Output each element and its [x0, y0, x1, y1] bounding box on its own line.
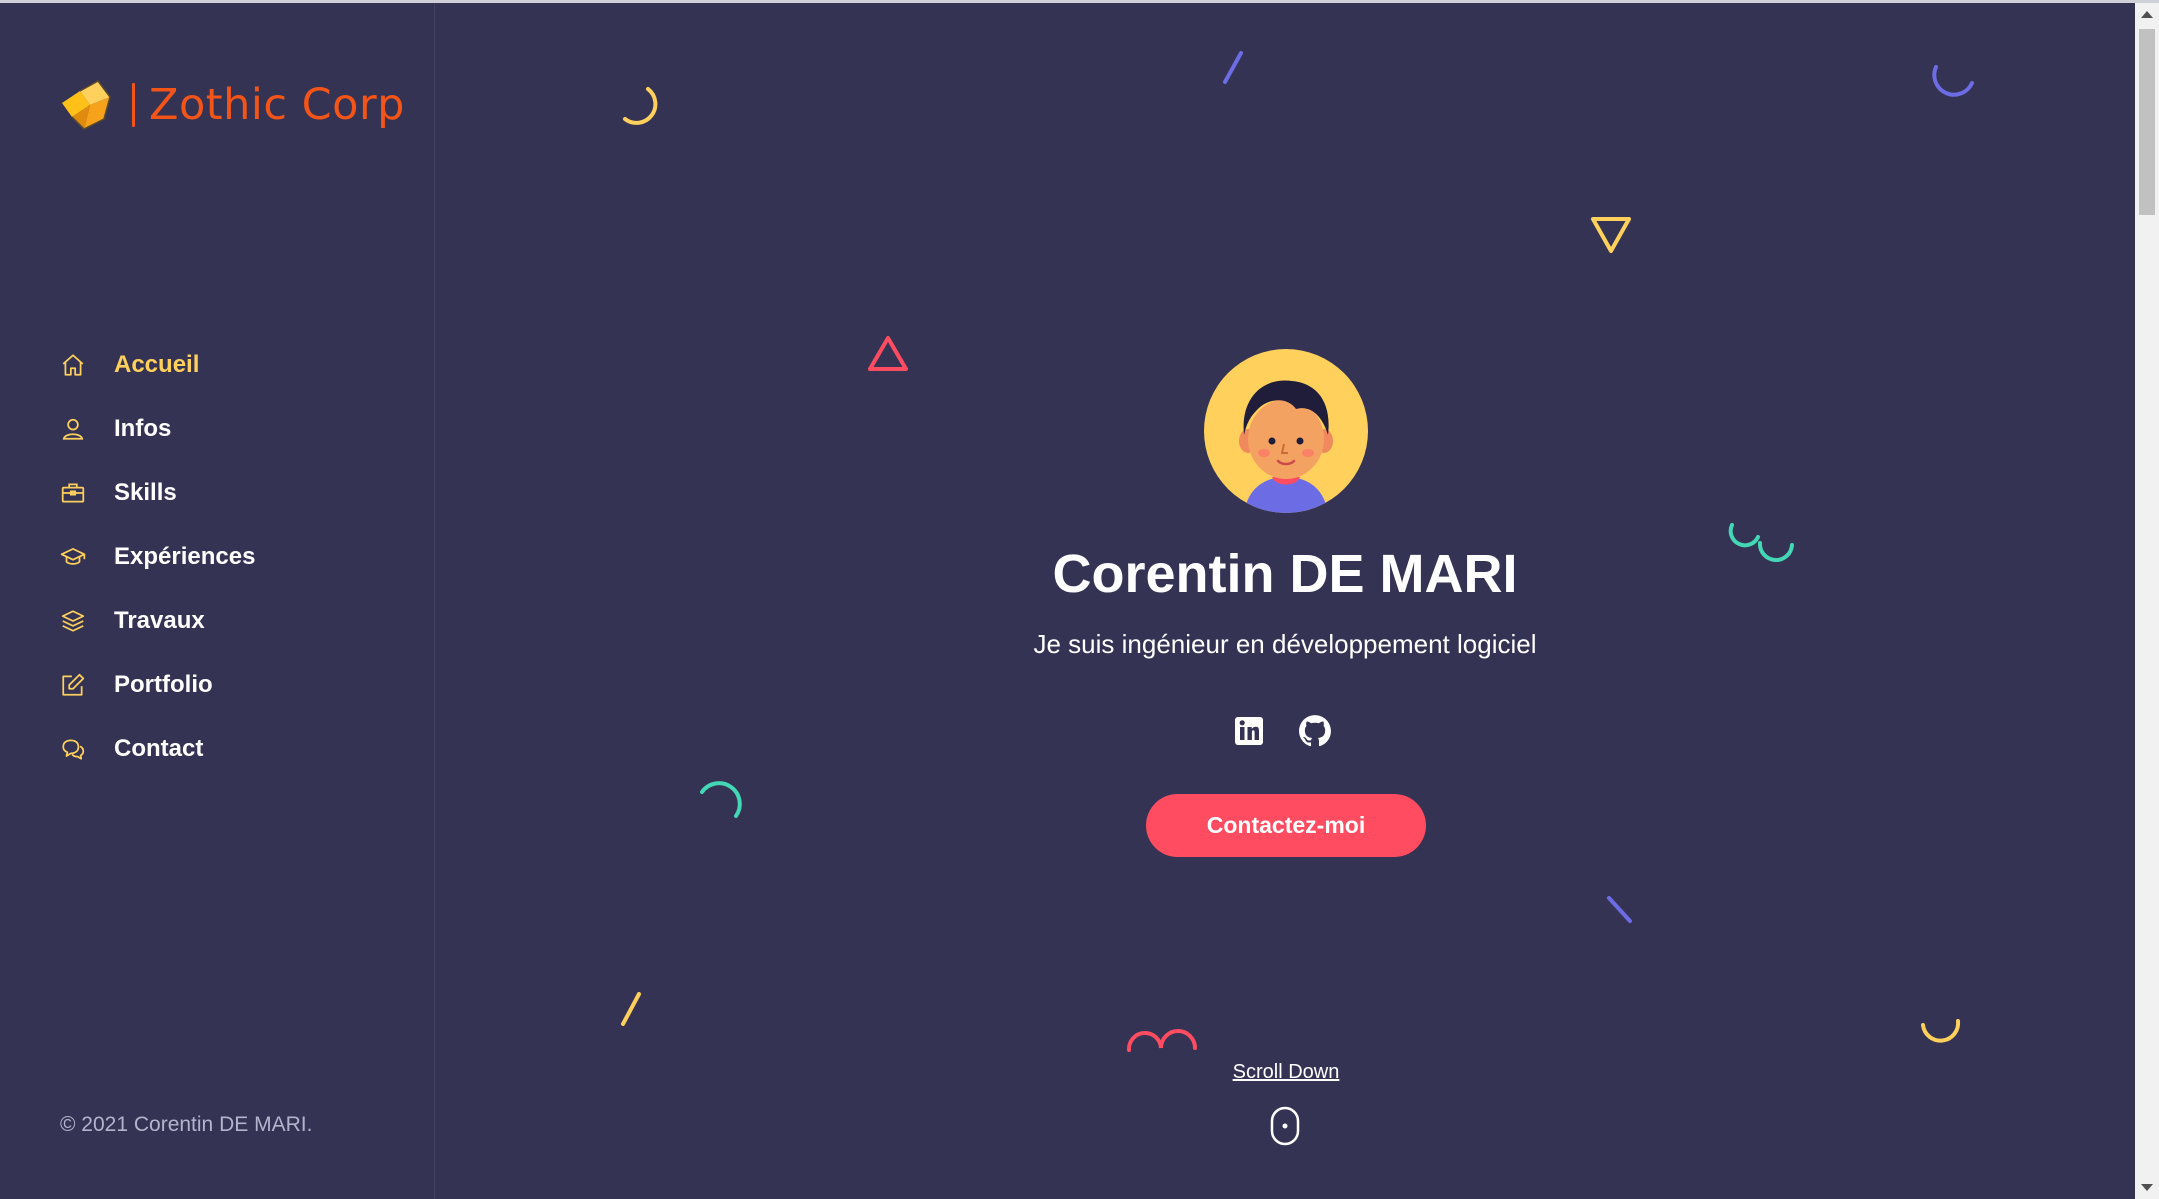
mouse-scroll-icon[interactable]: [1270, 1106, 1300, 1146]
logo-separator: [132, 83, 135, 127]
nav-item-experiences[interactable]: Expériences: [58, 525, 255, 589]
decor-line-yellow: [621, 992, 641, 1026]
decor-triangle-red: [868, 336, 908, 371]
briefcase-icon: [58, 478, 88, 508]
scroll-down-link[interactable]: Scroll Down: [1211, 1061, 1361, 1084]
hero-name: Corentin DE MARI: [1052, 544, 1518, 604]
page-scrollbar[interactable]: [2135, 3, 2159, 1199]
decor-line-purple-2: [1607, 896, 1632, 923]
user-icon: [58, 414, 88, 444]
brand-logo[interactable]: Zothic Corp: [58, 75, 405, 135]
decor-squiggle-red: [1126, 1029, 1197, 1052]
decor-arc-yellow: [623, 87, 658, 125]
edit-icon: [58, 670, 88, 700]
decor-triangle-yellow: [1591, 217, 1631, 253]
chat-icon: [58, 734, 88, 764]
nav-label: Skills: [114, 479, 177, 506]
graduation-cap-icon: [58, 542, 88, 572]
nav-label: Accueil: [114, 351, 200, 378]
nav-label: Expériences: [114, 543, 256, 570]
scroll-down-arrow-icon[interactable]: [2141, 1184, 2153, 1191]
sidebar: Zothic Corp Accueil Infos Skills Expérie…: [0, 3, 435, 1199]
main-nav: Accueil Infos Skills Expériences Travaux: [58, 333, 255, 781]
decor-arc-yellow-2: [1921, 1019, 1961, 1043]
avatar-illustration: [1239, 380, 1333, 513]
nav-item-infos[interactable]: Infos: [58, 397, 255, 461]
nav-item-travaux[interactable]: Travaux: [58, 589, 255, 653]
decor-arc-teal: [700, 781, 742, 818]
avatar: [1204, 349, 1368, 513]
decor-line-purple: [1223, 51, 1243, 84]
hero-section: Corentin DE MARI Je suis ingénieur en dé…: [435, 3, 2135, 1199]
nav-label: Travaux: [114, 607, 205, 634]
nav-label: Infos: [114, 415, 172, 442]
nav-item-skills[interactable]: Skills: [58, 461, 255, 525]
nav-label: Contact: [114, 735, 204, 762]
scroll-up-arrow-icon[interactable]: [2141, 11, 2153, 18]
decor-squiggle-teal: [1728, 523, 1794, 562]
layers-icon: [58, 606, 88, 636]
decor-arc-purple: [1932, 65, 1974, 97]
linkedin-icon[interactable]: [1232, 714, 1266, 748]
home-icon: [58, 350, 88, 380]
contact-me-button[interactable]: Contactez-moi: [1146, 794, 1426, 857]
social-links: [1232, 714, 1332, 748]
nav-label: Portfolio: [114, 671, 213, 698]
scrollbar-thumb[interactable]: [2139, 29, 2155, 215]
nav-item-accueil[interactable]: Accueil: [58, 333, 255, 397]
hero-subtitle: Je suis ingénieur en développement logic…: [1033, 629, 1537, 659]
copyright-text: © 2021 Corentin DE MARI.: [60, 1113, 313, 1136]
nav-item-portfolio[interactable]: Portfolio: [58, 653, 255, 717]
brand-name: Zothic Corp: [149, 80, 405, 130]
github-icon[interactable]: [1298, 714, 1332, 748]
logo-mark-icon: [62, 80, 111, 130]
nav-item-contact[interactable]: Contact: [58, 717, 255, 781]
